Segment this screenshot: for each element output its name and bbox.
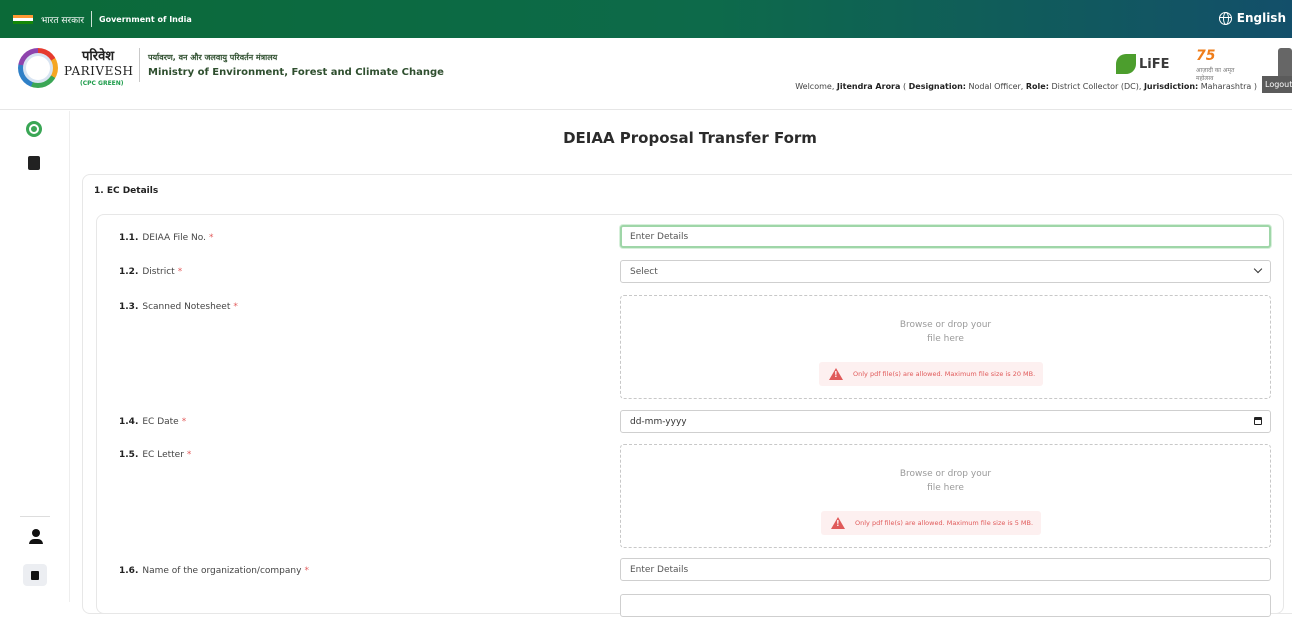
dashboard-icon[interactable] — [26, 121, 42, 137]
field-label-file-no: 1.1. DEIAA File No. * — [119, 233, 214, 243]
gov-english-label: Government of India — [99, 14, 192, 24]
life-logo: LiFE — [1116, 50, 1176, 78]
page-title: DEIAA Proposal Transfer Form — [563, 129, 817, 147]
sidebar — [0, 111, 70, 602]
globe-icon — [1218, 11, 1232, 25]
field-label-ec-date: 1.4. EC Date * — [119, 417, 187, 427]
user-icon[interactable] — [28, 529, 44, 545]
district-select[interactable]: Select — [620, 260, 1271, 283]
parivesh-logo-icon[interactable] — [18, 48, 58, 88]
brand-english: PARIVESH — [64, 64, 134, 78]
ministry-english: Ministry of Environment, Forest and Clim… — [148, 67, 444, 78]
site-header: परिवेश PARIVESH (CPC GREEN) पर्यावरण, वन… — [0, 38, 1292, 110]
leaf-icon — [1116, 54, 1136, 74]
warning-icon — [829, 368, 843, 380]
language-button[interactable]: English — [1218, 11, 1286, 25]
logout-button[interactable]: Logout — [1262, 76, 1292, 93]
deiaa-file-no-input[interactable]: Enter Details — [620, 225, 1271, 248]
clipboard-icon[interactable] — [28, 156, 40, 170]
brand-hindi: परिवेश — [82, 49, 115, 64]
file-warning: Only pdf file(s) are allowed. Maximum fi… — [821, 511, 1042, 535]
welcome-message: Welcome, Jitendra Arora ( Designation: N… — [795, 82, 1257, 91]
divider — [91, 11, 93, 27]
state-emblem-icon — [1278, 48, 1292, 78]
field-label-ec-letter: 1.5. EC Letter * — [119, 450, 192, 460]
gov-hindi-label: भारत सरकार — [41, 15, 85, 26]
ec-date-input[interactable]: dd-mm-yyyy — [620, 410, 1271, 433]
next-field-input[interactable] — [620, 594, 1271, 617]
language-label: English — [1236, 11, 1286, 25]
section-title: 1. EC Details — [94, 186, 159, 196]
government-bar: भारत सरकार Government of India English — [0, 0, 1292, 38]
warning-icon — [831, 517, 845, 529]
brand-sub: (CPC GREEN) — [80, 80, 124, 87]
ministry-hindi: पर्यावरण, वन और जलवायु परिवर्तन मंत्रालय — [148, 53, 278, 62]
notesheet-dropzone[interactable]: Browse or drop your file here Only pdf f… — [620, 295, 1271, 399]
amrit-mahotsav-logo: 75 आज़ादी का अमृत महोत्सव — [1196, 48, 1235, 82]
ec-letter-dropzone[interactable]: Browse or drop your file here Only pdf f… — [620, 444, 1271, 548]
organization-name-input[interactable]: Enter Details — [620, 558, 1271, 581]
field-label-district: 1.2. District * — [119, 267, 183, 277]
file-warning: Only pdf file(s) are allowed. Maximum fi… — [819, 362, 1044, 386]
field-label-notesheet: 1.3. Scanned Notesheet * — [119, 302, 238, 312]
divider — [20, 516, 50, 517]
field-label-organization: 1.6. Name of the organization/company * — [119, 566, 309, 576]
chevron-down-icon — [1253, 264, 1263, 274]
calendar-icon[interactable] — [1254, 417, 1262, 425]
divider — [139, 48, 140, 82]
india-flag-icon — [13, 14, 33, 24]
logout-icon[interactable] — [23, 564, 47, 586]
